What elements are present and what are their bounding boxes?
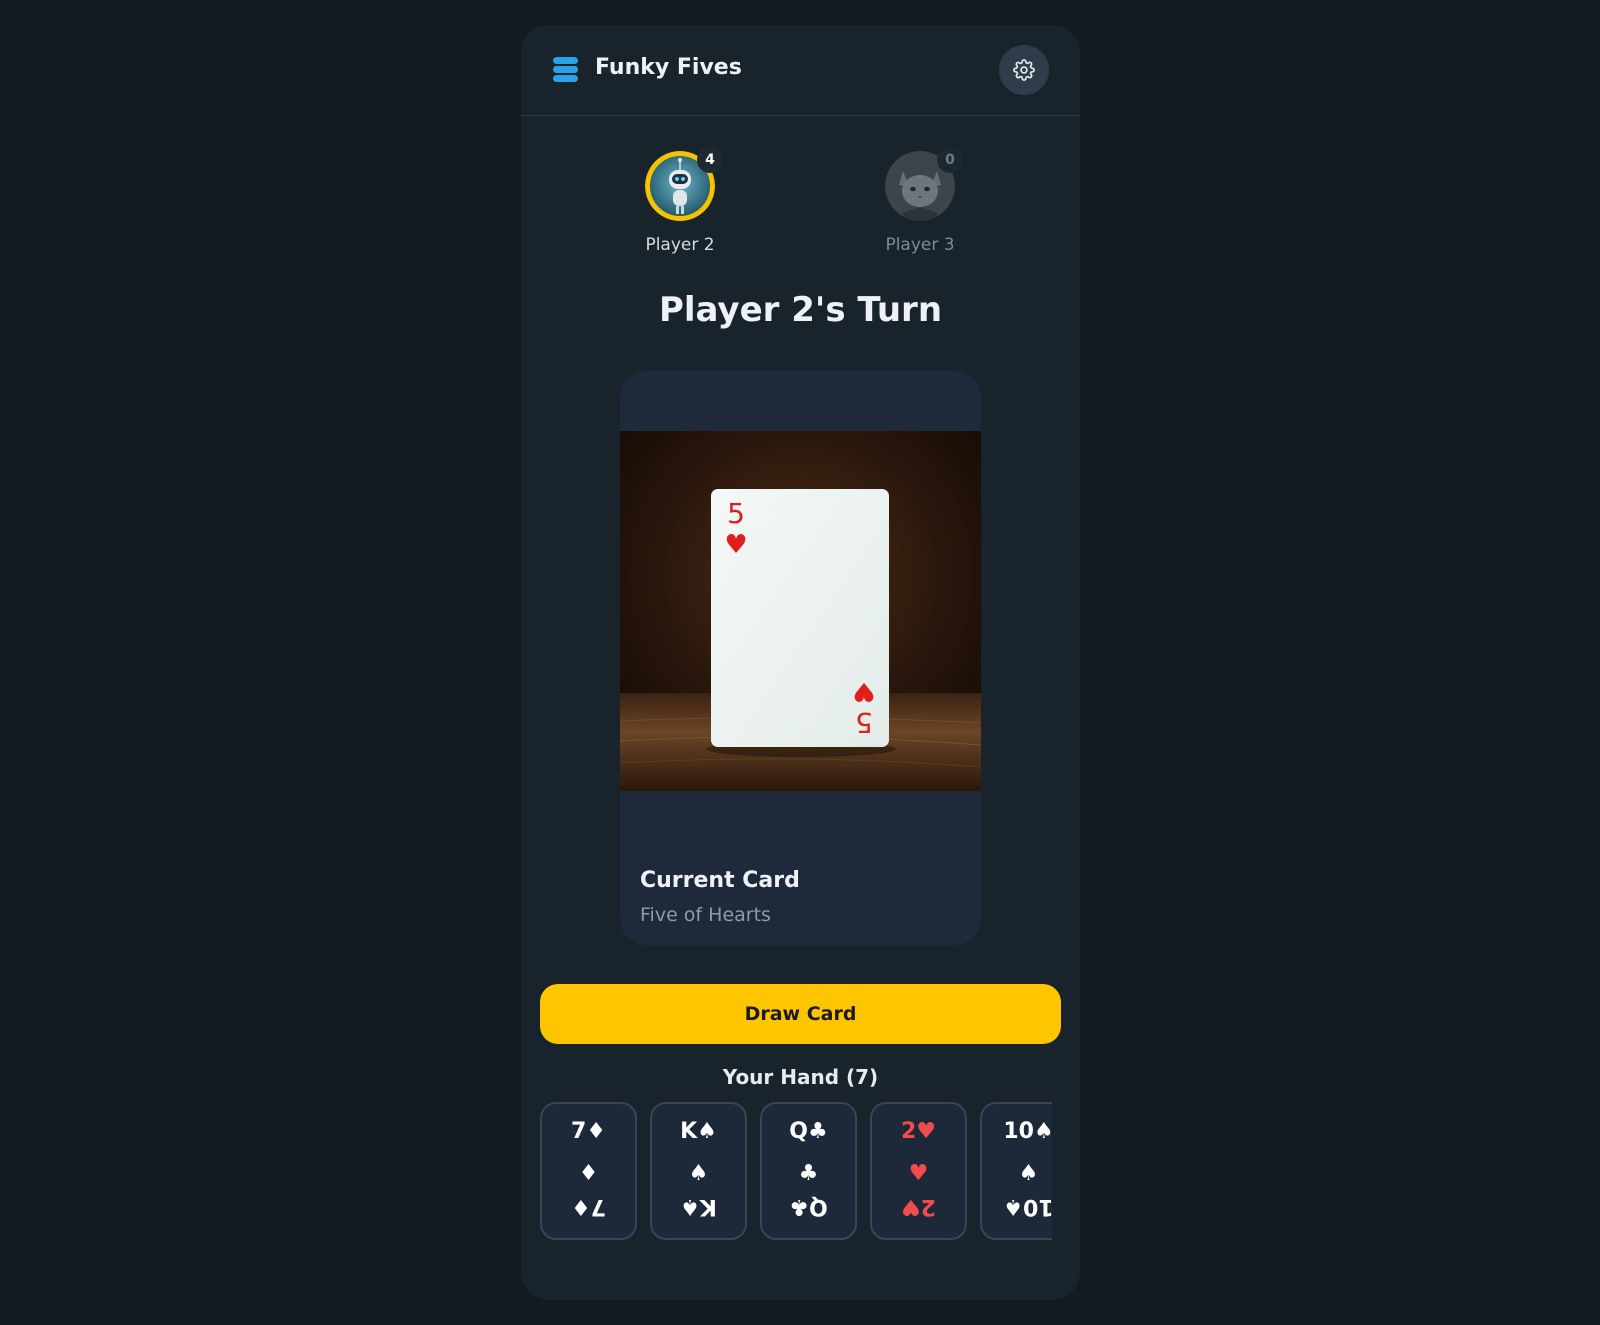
hand-card-rank: 7♦ [570,1119,607,1144]
current-card-value: Five of Hearts [640,904,771,926]
hand-title: Your Hand (7) [722,1065,879,1089]
hand-card[interactable]: K♠ ♠ K♠ [650,1102,747,1240]
svg-text:♥: ♥ [724,530,747,560]
stack-icon [553,57,578,82]
heart-icon: ♥ [908,1161,929,1186]
hand-card-rank: 10♠ [1003,1119,1052,1144]
settings-button[interactable] [999,45,1049,95]
hand-card-rank-inverted: 7♦ [570,1194,607,1219]
spade-icon: ♠ [1018,1161,1039,1186]
diamond-icon: ♦ [578,1161,599,1186]
current-card-image: 5 ♥ 5 ♥ [620,431,981,791]
card-count-badge: 0 [937,147,963,173]
card-count-badge: 4 [697,147,723,173]
player-name: Player 3 [885,235,955,255]
hand-card-rank: 2♥ [900,1119,937,1144]
svg-text:5: 5 [727,497,745,530]
current-card-label: Current Card [640,868,800,893]
svg-text:5: 5 [855,706,873,739]
gear-icon [1013,59,1035,81]
player-avatar: 0 [885,147,963,221]
spade-icon: ♠ [688,1161,709,1186]
hand-card-rank: K♠ [680,1119,717,1144]
hand-card-rank-inverted: 10♠ [1003,1194,1052,1219]
hand-card[interactable]: 7♦ ♦ 7♦ [540,1102,637,1240]
hand-strip[interactable]: 7♦ ♦ 7♦ K♠ ♠ K♠ Q♣ ♣ Q♣ 2♥ ♥ 2♥ 10♠ ♠ 10… [540,1102,1052,1244]
draw-card-button[interactable]: Draw Card [540,984,1061,1044]
club-icon: ♣ [798,1161,819,1186]
hand-card[interactable]: 10♠ ♠ 10♠ [980,1102,1052,1240]
hand-card-rank-inverted: K♠ [680,1194,717,1219]
player-3[interactable]: 0 Player 3 [860,147,980,255]
game-panel: Funky Fives 4 Player 2 0 Player 3 Player… [521,25,1080,1300]
svg-text:♥: ♥ [852,676,875,706]
player-name: Player 2 [645,235,715,255]
current-card-panel: 5 ♥ 5 ♥ Current Card Five of Hearts [620,371,981,945]
turn-title: Player 2's Turn [658,290,943,330]
hand-card[interactable]: Q♣ ♣ Q♣ [760,1102,857,1240]
header: Funky Fives [521,25,1080,116]
player-2[interactable]: 4 Player 2 [620,147,740,255]
hand-card-rank-inverted: 2♥ [900,1194,937,1219]
hand-card[interactable]: 2♥ ♥ 2♥ [870,1102,967,1240]
hand-card-rank: Q♣ [789,1119,828,1144]
hand-card-rank-inverted: Q♣ [789,1194,828,1219]
app-title: Funky Fives [595,55,742,80]
player-avatar: 4 [645,147,723,221]
